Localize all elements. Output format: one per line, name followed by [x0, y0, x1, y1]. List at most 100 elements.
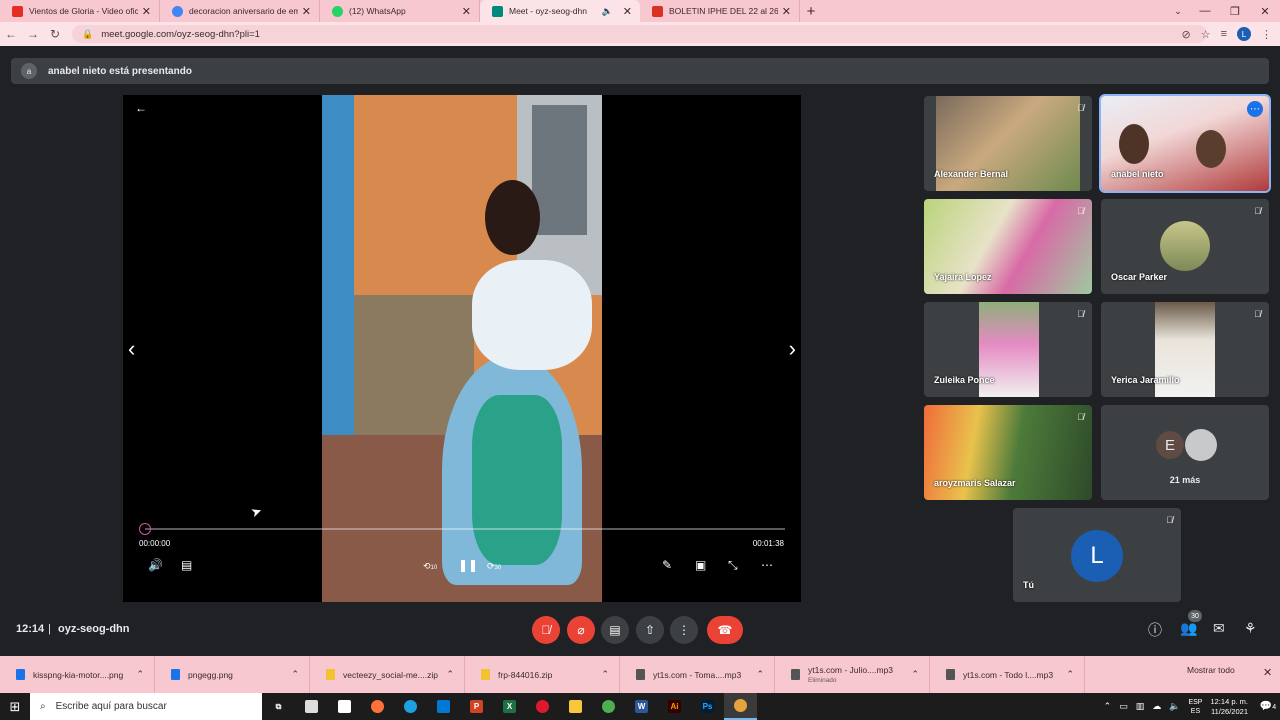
input-language[interactable]: ESP ES — [1188, 698, 1202, 716]
taskbar-app[interactable]: P — [460, 693, 493, 720]
close-tab-icon[interactable]: ✕ — [142, 5, 151, 18]
more-participants-tile[interactable]: E 21 más — [1101, 405, 1269, 500]
rewind-10-icon[interactable]: ⟲10 — [423, 561, 437, 572]
taskbar-app[interactable] — [559, 693, 592, 720]
more-options-icon[interactable]: ⋯ — [761, 558, 773, 572]
taskbar-app[interactable]: X — [493, 693, 526, 720]
chevron-up-icon[interactable]: ⌃ — [136, 669, 144, 680]
more-options-dots-icon[interactable]: ⋯ — [1247, 101, 1263, 117]
download-item[interactable]: vecteezy_social-me....zip ⌃ — [310, 656, 465, 693]
participant-tile[interactable]: 🎙̸ Oscar Parker — [1101, 199, 1269, 294]
download-item[interactable]: kisspng-kia-motor....png ⌃ — [0, 656, 155, 693]
browser-tab[interactable]: decoracion aniversario de empr ✕ — [160, 0, 320, 22]
close-shelf-icon[interactable]: ✕ — [1263, 666, 1272, 679]
chevron-up-icon[interactable]: ⌃ — [1066, 669, 1074, 680]
next-chevron-icon[interactable]: › — [789, 336, 796, 362]
participant-tile[interactable]: 🎙̸ aroyzmaris Salazar — [924, 405, 1092, 500]
participant-tile[interactable]: 🎙̸ Yerica Jaramillo — [1101, 302, 1269, 397]
self-tile[interactable]: L 🎙̸ Tú — [1013, 508, 1181, 602]
close-tab-icon[interactable]: ✕ — [462, 5, 471, 18]
picture-in-picture-icon[interactable]: ▣ — [695, 558, 706, 572]
captions-icon[interactable]: ▤ — [181, 558, 192, 572]
bookmark-star-icon[interactable]: ☆ — [1201, 28, 1211, 41]
taskbar-app[interactable] — [427, 693, 460, 720]
taskbar-app[interactable]: Ai — [658, 693, 691, 720]
address-bar[interactable]: 🔒 meet.google.com/oyz-seog-dhn?pli=1 — [72, 25, 1207, 43]
browser-tab[interactable]: (12) WhatsApp ✕ — [320, 0, 480, 22]
participant-tile[interactable]: 🎙̸ Alexander Bernal — [924, 96, 1092, 191]
chevron-up-icon[interactable]: ⌃ — [291, 669, 299, 680]
chevron-up-icon[interactable]: ⌃ — [446, 669, 454, 680]
captions-button[interactable]: ▤ — [601, 616, 629, 644]
onedrive-icon[interactable]: ☁ — [1152, 701, 1161, 712]
close-tab-icon[interactable]: ✕ — [782, 5, 791, 18]
people-icon[interactable]: 👥 — [1180, 620, 1197, 637]
network-icon[interactable]: ▥ — [1136, 701, 1145, 712]
back-arrow-icon[interactable]: ← — [135, 101, 147, 115]
tab-search-icon[interactable]: ⌄ — [1166, 6, 1190, 17]
taskbar-app[interactable] — [361, 693, 394, 720]
show-all-downloads-button[interactable]: Mostrar todo — [1187, 665, 1235, 675]
download-item[interactable]: yt1s.com - Todo l....mp3 ⌃ — [930, 656, 1085, 693]
taskbar-app[interactable] — [526, 693, 559, 720]
taskbar-app[interactable] — [295, 693, 328, 720]
edit-pencil-icon[interactable]: ✎ — [662, 558, 672, 572]
chat-icon[interactable]: ✉ — [1213, 620, 1225, 637]
microphone-toggle-button[interactable]: 🎙̸ — [532, 616, 560, 644]
battery-icon[interactable]: ▭ — [1119, 701, 1128, 712]
presentation-stage[interactable]: ← ‹ › 00:00:00 00:01:38 🔊 ▤ ⟲10 ❚❚ ⟳30 ✎… — [123, 95, 801, 602]
close-tab-icon[interactable]: ✕ — [302, 5, 311, 18]
lock-icon[interactable]: 🔒 — [82, 29, 93, 40]
chevron-up-icon[interactable]: ⌃ — [911, 669, 919, 680]
forward-icon[interactable]: → — [22, 27, 44, 41]
taskbar-app-active[interactable] — [724, 693, 757, 720]
camera-toggle-button[interactable]: ⌀ — [567, 616, 595, 644]
taskbar-app[interactable] — [592, 693, 625, 720]
chevron-up-icon[interactable]: ⌃ — [601, 669, 609, 680]
more-options-button[interactable]: ⋮ — [670, 616, 698, 644]
activities-icon[interactable]: ⚘ — [1244, 620, 1257, 637]
browser-tab[interactable]: BOLETIN IPHE DEL 22 al 26 de n ✕ — [640, 0, 800, 22]
taskbar-app[interactable] — [328, 693, 361, 720]
forward-30-icon[interactable]: ⟳30 — [487, 561, 501, 572]
notification-center-icon[interactable]: 💬4 — [1256, 701, 1280, 712]
browser-tab[interactable]: Vientos de Gloria - Video oficial ✕ — [0, 0, 160, 22]
video-progress-bar[interactable] — [145, 528, 785, 530]
taskbar-clock[interactable]: 12:14 p. m. 11/26/2021 — [1210, 697, 1248, 717]
meeting-details-icon[interactable]: ⓘ — [1148, 620, 1162, 640]
back-icon[interactable]: ← — [0, 27, 22, 41]
reload-icon[interactable]: ↻ — [44, 27, 66, 41]
close-tab-icon[interactable]: ✕ — [623, 5, 632, 18]
exit-fullscreen-icon[interactable]: ⤡ — [728, 558, 738, 573]
download-item[interactable]: pngegg.png ⌃ — [155, 656, 310, 693]
new-tab-button[interactable]: + — [800, 0, 822, 22]
task-view-button[interactable]: ⧉ — [262, 693, 295, 720]
windows-start-icon[interactable]: ⊞ — [0, 699, 30, 715]
pause-icon[interactable]: ❚❚ — [458, 558, 478, 572]
volume-icon[interactable]: 🔊 — [148, 558, 163, 572]
camera-blocked-icon[interactable]: ⊘ — [1181, 28, 1190, 41]
volume-icon[interactable]: 🔈 — [1169, 701, 1180, 712]
taskbar-search-box[interactable]: ⌕ Escribe aquí para buscar — [30, 693, 262, 720]
tray-overflow-icon[interactable]: ⌃ — [1104, 701, 1112, 712]
present-now-button[interactable]: ⇧ — [636, 616, 664, 644]
taskbar-app[interactable]: W — [625, 693, 658, 720]
taskbar-app[interactable] — [394, 693, 427, 720]
restore-icon[interactable]: ❐ — [1220, 5, 1250, 18]
video-progress-handle[interactable] — [139, 523, 151, 535]
download-item[interactable]: frp-844016.zip ⌃ — [465, 656, 620, 693]
reading-list-icon[interactable]: ≡ — [1221, 28, 1227, 40]
leave-call-button[interactable]: ☎ — [707, 616, 743, 644]
download-item[interactable]: yt1s.com - Julio....mp3 Eliminado ⌃ — [775, 656, 930, 693]
download-item[interactable]: yt1s.com - Toma....mp3 ⌃ — [620, 656, 775, 693]
close-window-icon[interactable]: ✕ — [1250, 5, 1280, 18]
speaker-icon[interactable]: 🔈 — [602, 6, 613, 17]
chevron-up-icon[interactable]: ⌃ — [756, 669, 764, 680]
participant-tile[interactable]: 🎙̸ Yajaira Lopez — [924, 199, 1092, 294]
participant-tile-speaking[interactable]: ⋯ anabel nieto — [1099, 94, 1271, 193]
profile-avatar[interactable]: L — [1237, 27, 1251, 41]
participant-tile[interactable]: 🎙̸ Zuleika Ponce — [924, 302, 1092, 397]
taskbar-app[interactable]: Ps — [691, 693, 724, 720]
menu-icon[interactable]: ⋮ — [1261, 28, 1272, 41]
minimize-icon[interactable]: — — [1190, 5, 1220, 17]
